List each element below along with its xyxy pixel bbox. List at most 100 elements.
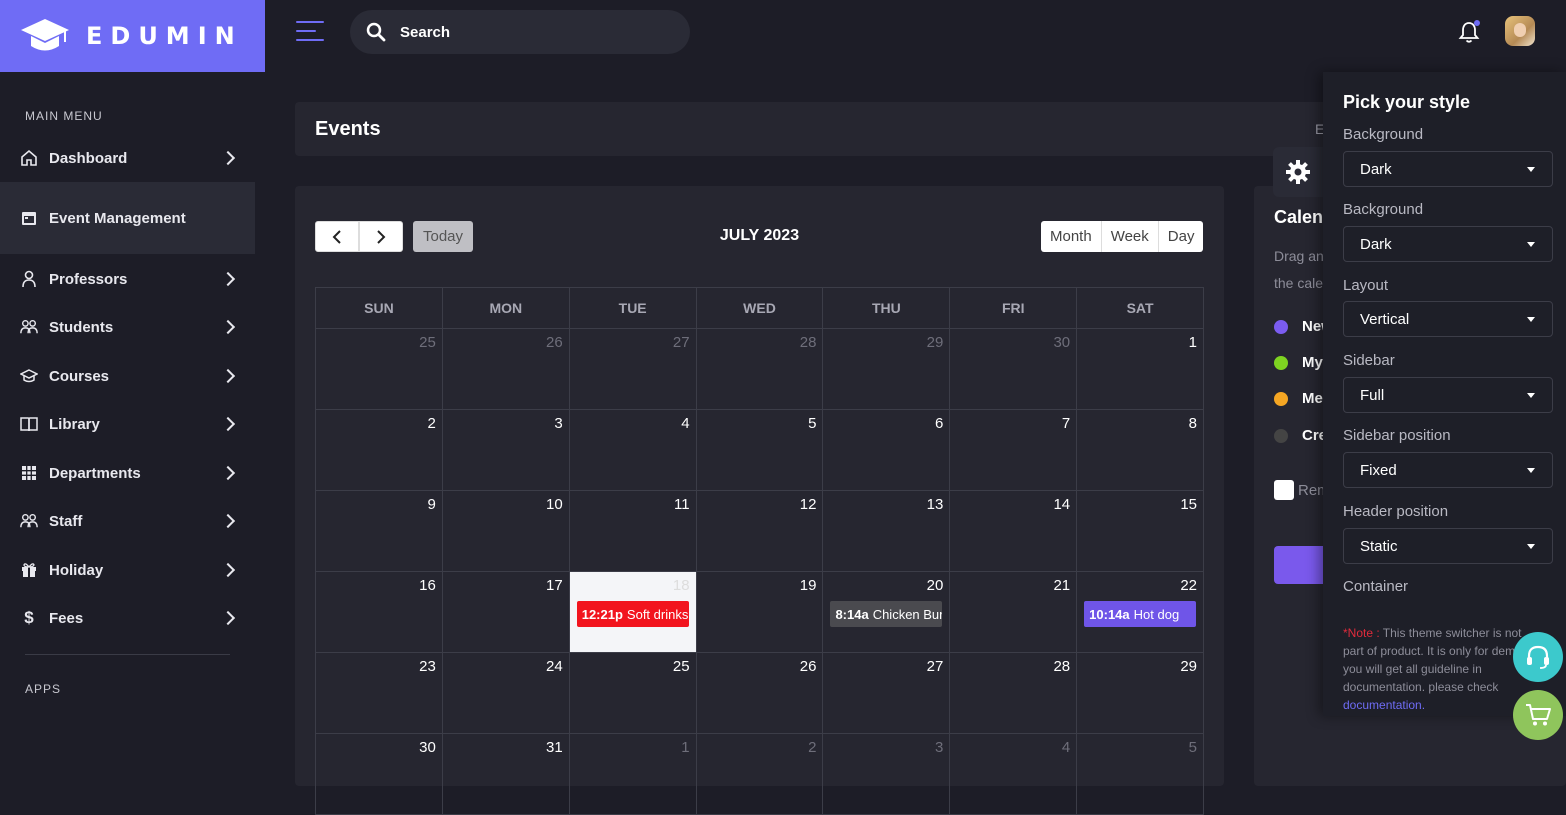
weekday-label: WED: [696, 288, 824, 329]
avatar[interactable]: [1505, 16, 1535, 46]
calendar-day[interactable]: 3: [823, 734, 951, 815]
calendar-day[interactable]: 23: [316, 653, 443, 734]
day-number: 10: [546, 496, 563, 513]
calendar-day[interactable]: 24: [442, 653, 570, 734]
chevron-right-icon: [220, 465, 236, 481]
calendar-day[interactable]: 5: [696, 410, 824, 491]
chevron-right-icon: [220, 513, 236, 529]
calendar-day[interactable]: 25: [316, 329, 443, 410]
calendar-day[interactable]: 2: [316, 410, 443, 491]
calendar-day[interactable]: 27: [823, 653, 951, 734]
user-icon: [20, 270, 38, 288]
calendar-day[interactable]: 30: [950, 329, 1078, 410]
calendar-day[interactable]: 21: [950, 572, 1078, 653]
calendar-day[interactable]: 18 12:21p Soft drinks: [569, 572, 697, 653]
week-view-button[interactable]: Week: [1102, 221, 1159, 252]
headset-icon: [1527, 645, 1549, 669]
event-time: 10:14a: [1089, 606, 1130, 622]
calendar-day[interactable]: 30: [316, 734, 443, 815]
calendar-day[interactable]: 1: [1077, 329, 1205, 410]
calendar-day[interactable]: 9: [316, 491, 443, 572]
sidebar-item-departments[interactable]: Departments: [0, 449, 255, 497]
view-switcher: Month Week Day: [1041, 221, 1204, 252]
sidebar-item-professors[interactable]: Professors: [0, 255, 255, 303]
calendar-day[interactable]: 10: [442, 491, 570, 572]
caret-down-icon: [1527, 544, 1535, 549]
day-view-button[interactable]: Day: [1159, 221, 1204, 252]
calendar-day[interactable]: 27: [569, 329, 697, 410]
layout-select[interactable]: Vertical: [1343, 301, 1553, 337]
calendar-day[interactable]: 14: [950, 491, 1078, 572]
sidebar-item-label: Holiday: [49, 561, 104, 579]
event-color-dot: [1274, 355, 1288, 370]
calendar-event[interactable]: 10:14a Hot dog: [1084, 601, 1197, 627]
sidebar-item-event-management[interactable]: Event Management: [0, 182, 255, 254]
sidebar-item-library[interactable]: Library: [0, 400, 255, 448]
event-color-dot: [1274, 391, 1288, 406]
calendar-day[interactable]: 22 10:14a Hot dog: [1077, 572, 1205, 653]
event-color-dot: [1274, 319, 1288, 334]
documentation-link[interactable]: documentation.: [1343, 698, 1425, 712]
theme-note: *Note : This theme switcher is not part …: [1343, 624, 1543, 714]
search-input[interactable]: [400, 23, 660, 41]
sidebar-item-dashboard[interactable]: Dashboard: [0, 134, 255, 182]
calendar-day[interactable]: 26: [696, 653, 824, 734]
sidebar-item-courses[interactable]: Courses: [0, 352, 255, 400]
calendar-day[interactable]: 6: [823, 410, 951, 491]
support-button[interactable]: [1513, 632, 1563, 682]
event-time: 12:21p: [581, 606, 623, 622]
calendar-day[interactable]: 29: [1077, 653, 1205, 734]
calendar-day[interactable]: 16: [316, 572, 443, 653]
calendar-day[interactable]: 28: [696, 329, 824, 410]
calendar-day[interactable]: 28: [950, 653, 1078, 734]
notifications-button[interactable]: [1458, 20, 1480, 44]
calendar-day[interactable]: 4: [569, 410, 697, 491]
cart-button[interactable]: [1513, 690, 1563, 740]
calendar-day[interactable]: 5: [1077, 734, 1205, 815]
sidebar-item-students[interactable]: Students: [0, 303, 255, 351]
month-view-button[interactable]: Month: [1041, 221, 1102, 252]
calendar-day[interactable]: 7: [950, 410, 1078, 491]
calendar-day[interactable]: 2: [696, 734, 824, 815]
calendar-event[interactable]: 8:14aChicken Burger: [830, 601, 943, 627]
style-switcher-toggle[interactable]: [1273, 147, 1323, 197]
calendar-day[interactable]: 13: [823, 491, 951, 572]
brand-logo[interactable]: EDUMIN: [0, 0, 265, 72]
menu-toggle-button[interactable]: [296, 21, 324, 43]
home-icon: [20, 149, 38, 167]
calendar-week: 9 10 11 12 13 14 15: [316, 491, 1205, 572]
header-position-select[interactable]: Static: [1343, 528, 1553, 564]
calendar-day[interactable]: 3: [442, 410, 570, 491]
draggable-event[interactable]: My: [1274, 354, 1323, 371]
day-number: 25: [672, 658, 690, 675]
calendar-day[interactable]: 26: [442, 329, 570, 410]
calendar-day[interactable]: 31: [442, 734, 570, 815]
background-select[interactable]: Dark: [1343, 151, 1553, 187]
chevron-right-icon: [220, 271, 236, 287]
sidebar-item-holiday[interactable]: Holiday: [0, 546, 255, 594]
sidebar-select[interactable]: Full: [1343, 377, 1553, 413]
calendar-day[interactable]: 1: [569, 734, 697, 815]
calendar-day[interactable]: 11: [569, 491, 697, 572]
calendar-day[interactable]: 25: [569, 653, 697, 734]
calendar-event[interactable]: 12:21p Soft drinks: [576, 601, 689, 627]
sidebar-position-select[interactable]: Fixed: [1343, 452, 1553, 488]
sidebar-item-staff[interactable]: Staff: [0, 497, 255, 545]
remove-after-drop-checkbox[interactable]: Rem: [1274, 480, 1330, 500]
select-value: Dark: [1360, 160, 1392, 178]
checkbox[interactable]: [1274, 480, 1294, 500]
calendar-day[interactable]: 8: [1077, 410, 1205, 491]
calendar-day[interactable]: 17: [442, 572, 570, 653]
sidebar-item-fees[interactable]: $ Fees: [0, 594, 255, 642]
background-select[interactable]: Dark: [1343, 226, 1553, 262]
sidebar-item-label: Departments: [49, 464, 141, 482]
cart-icon: [1526, 704, 1551, 726]
calendar-day[interactable]: 20 8:14aChicken Burger: [823, 572, 951, 653]
calendar-day[interactable]: 12: [696, 491, 824, 572]
field-label: Header position: [1343, 503, 1449, 520]
calendar-day[interactable]: 19: [696, 572, 824, 653]
calendar-day[interactable]: 15: [1077, 491, 1205, 572]
event-title: Soft drinks: [626, 606, 689, 622]
calendar-day[interactable]: 4: [950, 734, 1078, 815]
calendar-day[interactable]: 29: [823, 329, 951, 410]
